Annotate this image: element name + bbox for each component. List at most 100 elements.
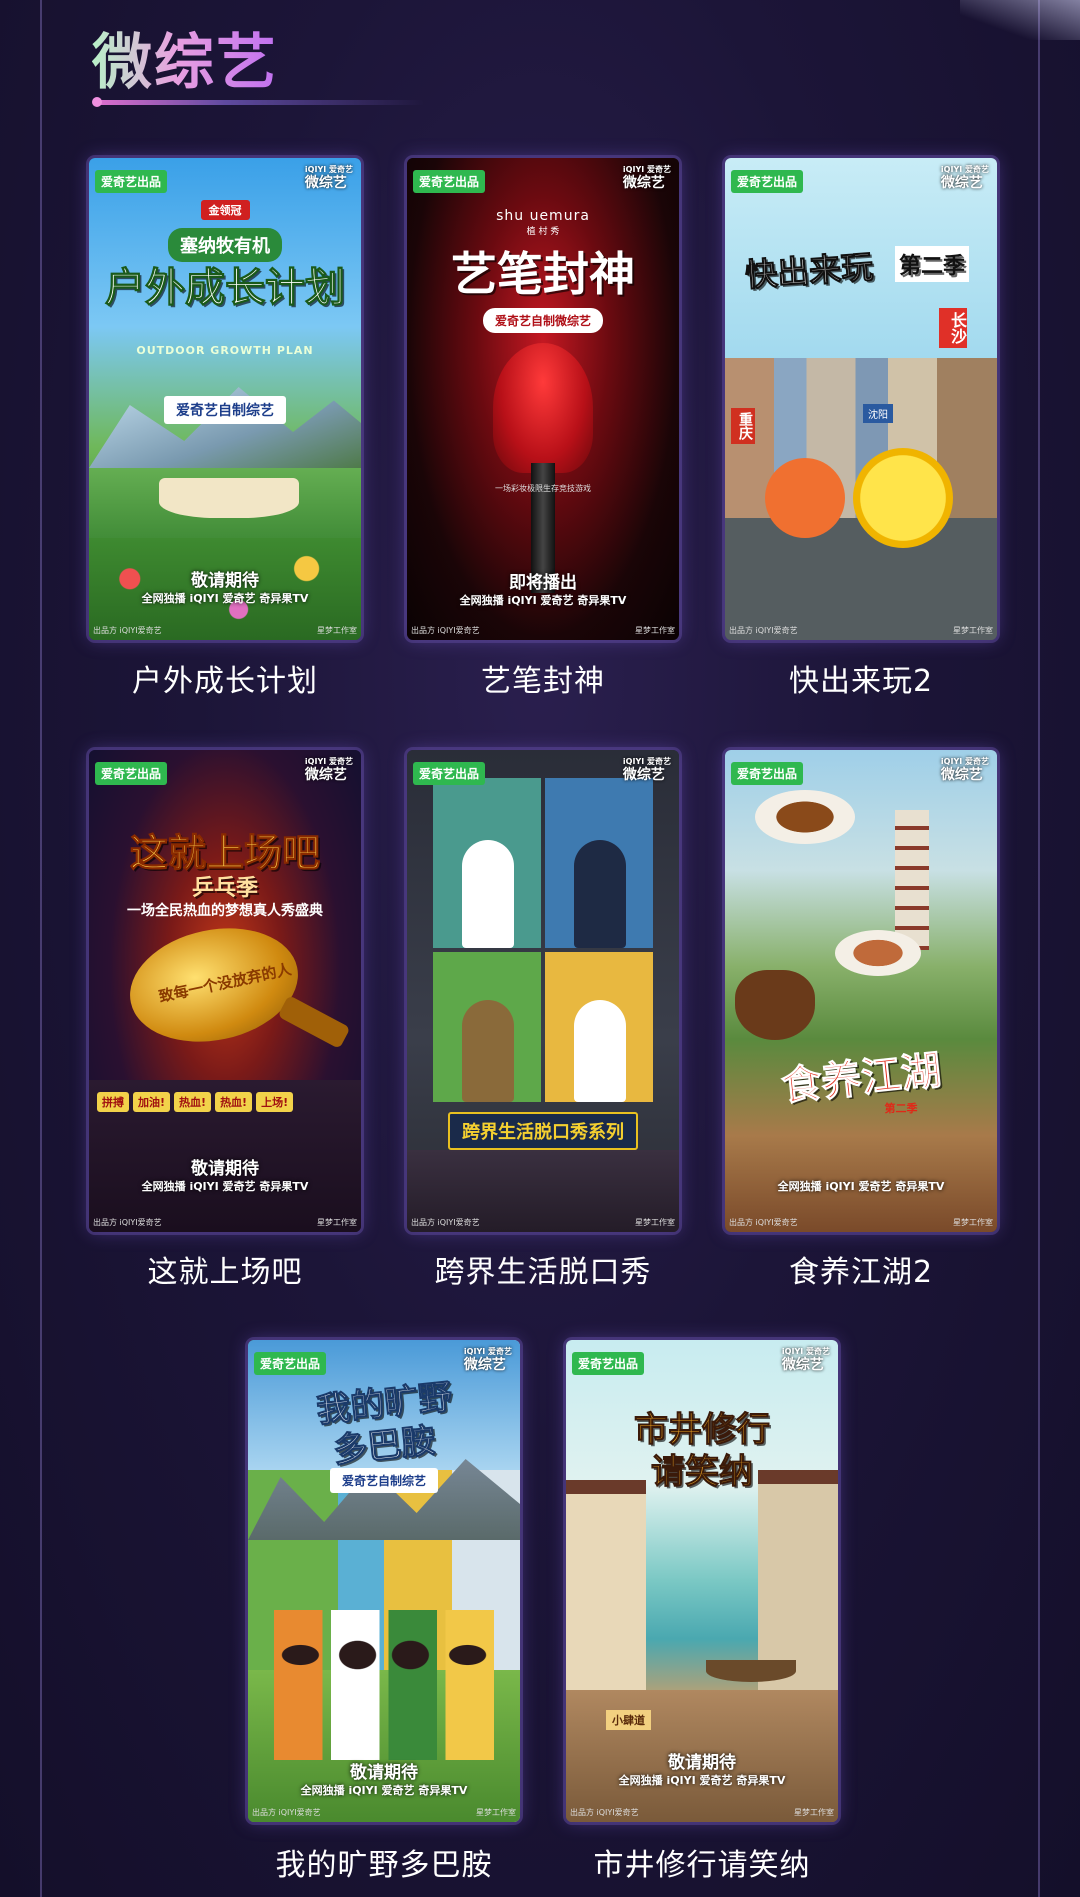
card-label[interactable]: 这就上场吧 bbox=[65, 1247, 385, 1291]
micro-variety-logo: iQIYI 爱奇艺 微综艺 bbox=[622, 165, 671, 191]
iqiyi-production-badge: 爱奇艺出品 bbox=[413, 170, 486, 193]
platform-brand: 全网独播 iQIYI 爱奇艺 奇异果TV bbox=[141, 592, 309, 605]
poster-title-line2: 请笑纳 bbox=[651, 1452, 754, 1493]
brush-head bbox=[493, 343, 593, 473]
footer-credit: 出品方 iQIYI爱奇艺 星梦工作室 bbox=[93, 626, 357, 635]
poster-title: 艺笔封神 bbox=[451, 247, 635, 301]
open-book bbox=[159, 478, 299, 518]
micro-variety-logo: iQIYI 爱奇艺 微综艺 bbox=[940, 757, 989, 783]
release-status: 敬请期待 bbox=[350, 1763, 418, 1783]
city-sign-chongqing: 重庆 bbox=[731, 408, 755, 444]
poster-card-outdoor-growth[interactable]: 爱奇艺出品 iQIYI 爱奇艺 微综艺 金领冠 塞纳牧有机 户外成长计划 OUTD… bbox=[89, 158, 361, 640]
iqiyi-production-badge: 爱奇艺出品 bbox=[731, 762, 804, 785]
card-label[interactable]: 食养江湖2 bbox=[701, 1247, 1021, 1291]
poster-title-banner: 跨界生活脱口秀系列 bbox=[407, 1112, 679, 1150]
footer-credit: 出品方 iQIYI爱奇艺 星梦工作室 bbox=[729, 1218, 993, 1227]
poster-title: 快出来玩 bbox=[743, 247, 875, 295]
card-label[interactable]: 跨界生活脱口秀 bbox=[383, 1247, 703, 1291]
micro-variety-logo: iQIYI 爱奇艺 微综艺 bbox=[304, 165, 353, 191]
poster-tagline: 一场全民热血的梦想真人秀盛典 bbox=[127, 903, 323, 919]
footer-credit: 出品方 iQIYI爱奇艺 星梦工作室 bbox=[93, 1218, 357, 1227]
doctor-figure bbox=[462, 840, 514, 948]
city-sign-shenyang: 沈阳 bbox=[863, 404, 893, 423]
poster-card-table-tennis[interactable]: 爱奇艺出品 iQIYI 爱奇艺 微综艺 这就上场吧 乒乓季 一场全民热血的梦想真人… bbox=[89, 750, 361, 1232]
platform-brand: 全网独播 iQIYI 爱奇艺 奇异果TV bbox=[459, 594, 627, 607]
cheer-chip: 上场! bbox=[256, 1092, 294, 1112]
title-underline bbox=[94, 100, 424, 105]
shop-sign: 小肆道 bbox=[606, 1710, 651, 1730]
cheer-chip: 热血! bbox=[174, 1092, 212, 1112]
poster-subtitle: 乒乓季 bbox=[191, 876, 258, 901]
poster-description: 一场彩妆极限生存竞技游戏 bbox=[495, 484, 591, 493]
poster-card-come-out-play[interactable]: 爱奇艺出品 iQIYI 爱奇艺 微综艺 快出来玩 第二季 长沙 重庆 沈阳 出品方… bbox=[725, 158, 997, 640]
poster-tag: 爱奇艺自制微综艺 bbox=[407, 308, 679, 333]
soup-pot bbox=[735, 970, 815, 1040]
dish-plate-top bbox=[755, 790, 855, 844]
footer-credit: 出品方 iQIYI爱奇艺 星梦工作室 bbox=[729, 626, 993, 635]
poster-subtitle: OUTDOOR GROWTH PLAN bbox=[136, 344, 314, 357]
platform-brand: 全网独播 iQIYI 爱奇艺 奇异果TV bbox=[141, 1180, 309, 1193]
iqiyi-production-badge: 爱奇艺出品 bbox=[254, 1352, 327, 1375]
iqiyi-production-badge: 爱奇艺出品 bbox=[572, 1352, 645, 1375]
iqiyi-production-badge: 爱奇艺出品 bbox=[413, 762, 486, 785]
brand-top: shu uemura bbox=[496, 208, 590, 224]
micro-variety-logo: iQIYI 爱奇艺 微综艺 bbox=[622, 757, 671, 783]
cheer-chips: 拼搏 加油! 热血! 热血! 上场! bbox=[97, 1092, 357, 1112]
platform-brand: 全网独播 iQIYI 爱奇艺 奇异果TV bbox=[777, 1180, 945, 1193]
farmer-figure bbox=[462, 1000, 514, 1102]
card-label[interactable]: 我的旷野多巴胺 bbox=[224, 1840, 544, 1884]
pilot-figure bbox=[574, 840, 626, 948]
cheer-chip: 热血! bbox=[215, 1092, 253, 1112]
platform-brand: 全网独播 iQIYI 爱奇艺 奇异果TV bbox=[300, 1784, 468, 1797]
city-sign-changsha: 长沙 bbox=[939, 308, 967, 348]
poster-card-food-jianghu[interactable]: 爱奇艺出品 iQIYI 爱奇艺 微综艺 食养江湖 第二季 全网独播 iQIYI 爱… bbox=[725, 750, 997, 1232]
brand-cn: 植 村 秀 bbox=[526, 227, 560, 237]
chef-figure bbox=[574, 1000, 626, 1102]
card-label[interactable]: 快出来玩2 bbox=[701, 656, 1021, 700]
poster-tag: 爱奇艺自制综艺 bbox=[248, 1468, 520, 1493]
footer-credit: 出品方 iQIYI爱奇艺 星梦工作室 bbox=[411, 1218, 675, 1227]
release-status: 敬请期待 bbox=[191, 1159, 259, 1179]
release-status: 即将播出 bbox=[509, 573, 577, 593]
sponsor-label: 金领冠 bbox=[89, 200, 361, 220]
card-label[interactable]: 市井修行请笑纳 bbox=[542, 1840, 862, 1884]
poster-tag: 爱奇艺自制综艺 bbox=[89, 396, 361, 424]
boat bbox=[706, 1660, 796, 1682]
card-label[interactable]: 艺笔封神 bbox=[383, 656, 703, 700]
lemon-mascot bbox=[853, 448, 953, 548]
poster-card-makeup-brush[interactable]: 爱奇艺出品 iQIYI 爱奇艺 微综艺 shu uemura 植 村 秀 艺笔封神… bbox=[407, 158, 679, 640]
micro-variety-logo: iQIYI 爱奇艺 微综艺 bbox=[781, 1347, 830, 1373]
dish-plate-middle bbox=[835, 930, 921, 976]
iqiyi-production-badge: 爱奇艺出品 bbox=[731, 170, 804, 193]
platform-brand: 全网独播 iQIYI 爱奇艺 奇异果TV bbox=[618, 1774, 786, 1787]
micro-variety-logo: iQIYI 爱奇艺 微综艺 bbox=[304, 757, 353, 783]
cheer-chip: 拼搏 bbox=[97, 1092, 129, 1112]
footer-credit: 出品方 iQIYI爱奇艺 星梦工作室 bbox=[252, 1808, 516, 1817]
runners bbox=[274, 1610, 494, 1760]
micro-variety-logo: iQIYI 爱奇艺 微综艺 bbox=[940, 165, 989, 191]
orange-mascot bbox=[765, 458, 845, 538]
title-dot bbox=[92, 97, 102, 107]
release-status: 敬请期待 bbox=[668, 1753, 736, 1773]
poster-card-wilderness-dopamine[interactable]: 爱奇艺出品 iQIYI 爱奇艺 微综艺 我的旷野 多巴胺 爱奇艺自制综艺 敬请期待… bbox=[248, 1340, 520, 1822]
poster-card-crossover-talk-show[interactable]: 爱奇艺出品 iQIYI 爱奇艺 微综艺 跨界生活脱口秀系列 出品方 iQIYI爱奇… bbox=[407, 750, 679, 1232]
poster-title: 户外成长计划 bbox=[105, 265, 346, 311]
poster-title: 这就上场吧 bbox=[129, 831, 320, 876]
iqiyi-production-badge: 爱奇艺出品 bbox=[95, 170, 168, 193]
pagoda bbox=[895, 810, 929, 950]
sponsor-product: 塞纳牧有机 bbox=[89, 228, 361, 262]
card-label[interactable]: 户外成长计划 bbox=[65, 656, 385, 700]
season-label: 第二季 bbox=[895, 246, 970, 282]
season-label: 第二季 bbox=[884, 1102, 918, 1115]
frame-left-border bbox=[40, 0, 42, 1897]
iqiyi-production-badge: 爱奇艺出品 bbox=[95, 762, 168, 785]
poster-card-street-practice[interactable]: 爱奇艺出品 iQIYI 爱奇艺 微综艺 市井修行 请笑纳 小肆道 敬请期待 全网独… bbox=[566, 1340, 838, 1822]
release-status: 敬请期待 bbox=[191, 571, 259, 591]
road bbox=[725, 518, 997, 640]
section-title: 微综艺 bbox=[92, 14, 278, 101]
corner-glow bbox=[960, 0, 1080, 40]
building-left bbox=[566, 1480, 646, 1694]
footer-credit: 出品方 iQIYI爱奇艺 星梦工作室 bbox=[570, 1808, 834, 1817]
footer-credit: 出品方 iQIYI爱奇艺 星梦工作室 bbox=[411, 626, 675, 635]
cheer-chip: 加油! bbox=[133, 1092, 171, 1112]
